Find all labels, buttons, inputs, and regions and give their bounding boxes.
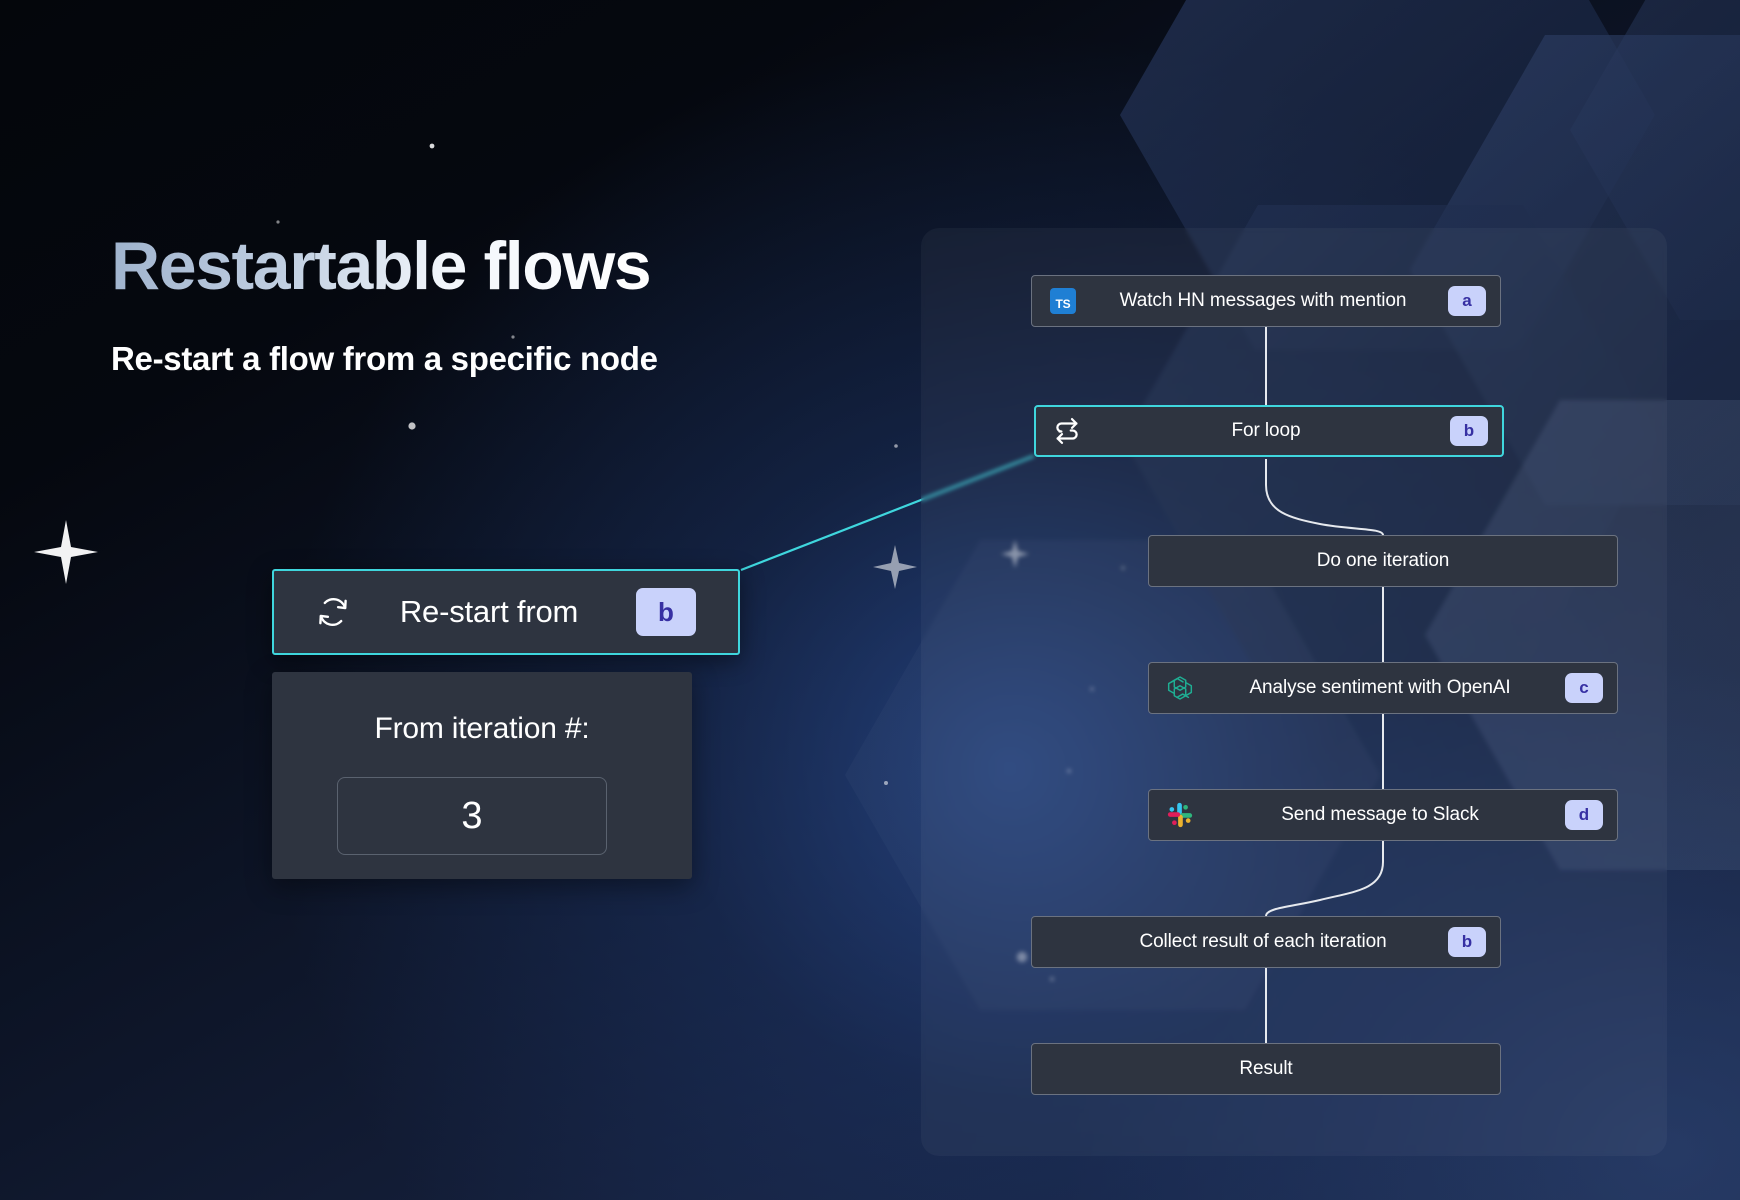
openai-icon bbox=[1165, 673, 1195, 703]
flow-node-collect-result[interactable]: Collect result of each iteration b bbox=[1031, 916, 1501, 968]
flow-node-label: Analyse sentiment with OpenAI bbox=[1195, 677, 1565, 699]
restart-from-badge: b bbox=[636, 588, 696, 636]
flow-node-label: Collect result of each iteration bbox=[1078, 931, 1448, 953]
flow-node-for-loop[interactable]: For loop b bbox=[1034, 405, 1504, 457]
from-iteration-panel: From iteration #: 3 bbox=[272, 672, 692, 879]
flow-node-label: Send message to Slack bbox=[1195, 804, 1565, 826]
typescript-icon: TS bbox=[1048, 286, 1078, 316]
flow-node-badge: c bbox=[1565, 673, 1603, 703]
flow-node-watch-hn[interactable]: TS Watch HN messages with mention a bbox=[1031, 275, 1501, 327]
slack-icon bbox=[1165, 800, 1195, 830]
flow-node-result[interactable]: Result bbox=[1031, 1043, 1501, 1095]
flow-node-badge: d bbox=[1565, 800, 1603, 830]
from-iteration-label: From iteration #: bbox=[272, 712, 692, 746]
page-title: Restartable flows bbox=[111, 232, 650, 300]
flow-node-badge: b bbox=[1450, 416, 1488, 446]
restart-from-label: Re-start from bbox=[342, 594, 636, 630]
page-subtitle: Re-start a flow from a specific node bbox=[111, 340, 658, 378]
flow-node-badge: b bbox=[1448, 927, 1486, 957]
promo-banner: Restartable flows Re-start a flow from a… bbox=[0, 0, 1740, 1200]
loop-arrows-icon bbox=[1052, 416, 1082, 446]
flow-node-send-slack[interactable]: Send message to Slack d bbox=[1148, 789, 1618, 841]
flow-node-label: Result bbox=[1078, 1058, 1454, 1080]
flow-node-label: Watch HN messages with mention bbox=[1078, 290, 1448, 312]
from-iteration-input[interactable]: 3 bbox=[337, 777, 607, 855]
flow-node-label: Do one iteration bbox=[1195, 550, 1571, 572]
flow-node-do-one-iteration[interactable]: Do one iteration bbox=[1148, 535, 1618, 587]
flow-node-analyse-sentiment[interactable]: Analyse sentiment with OpenAI c bbox=[1148, 662, 1618, 714]
flow-node-badge: a bbox=[1448, 286, 1486, 316]
restart-from-card[interactable]: Re-start from b bbox=[272, 569, 740, 655]
flow-node-label: For loop bbox=[1082, 420, 1450, 442]
